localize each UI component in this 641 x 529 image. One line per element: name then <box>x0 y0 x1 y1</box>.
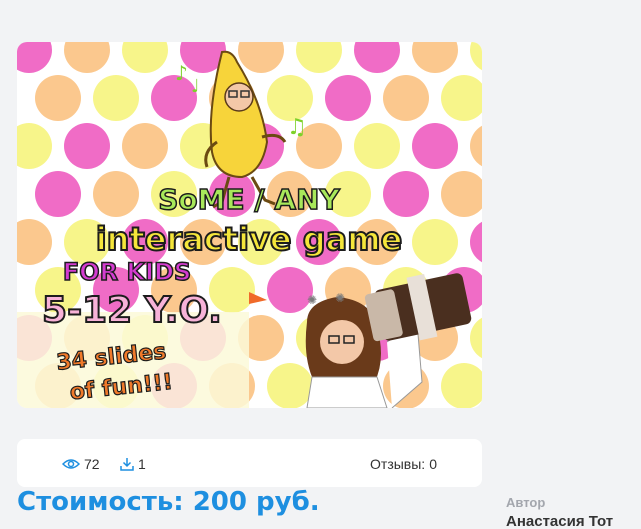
background-dot <box>470 317 482 359</box>
background-dot <box>93 171 139 217</box>
background-dot <box>17 42 52 73</box>
reviews-link[interactable]: Отзывы: 0 <box>370 456 437 472</box>
background-dot <box>267 363 313 408</box>
cover-title-line3: FOR KIDS <box>63 258 191 286</box>
author-name-link[interactable]: Анастасия Тот <box>506 513 641 529</box>
background-dot <box>383 171 429 217</box>
background-dot <box>122 123 168 169</box>
cover-title-line4: 5-12 Y.O. <box>42 290 222 331</box>
background-dot <box>470 42 482 71</box>
background-dot <box>35 171 81 217</box>
background-dot <box>441 363 482 408</box>
downloads-count: 1 <box>138 456 146 472</box>
background-dot <box>441 171 482 217</box>
svg-text:♪: ♪ <box>175 61 188 85</box>
background-dot <box>354 42 400 73</box>
background-dot <box>441 75 482 121</box>
background-dot <box>470 125 482 167</box>
product-cover-image[interactable]: ♪ ♩ ♫ SoME / ANY interactive game FOR KI… <box>17 42 482 408</box>
background-dot <box>93 75 139 121</box>
background-dot <box>35 75 81 121</box>
background-dot <box>354 123 400 169</box>
svg-text:♫: ♫ <box>287 115 307 140</box>
stats-bar: 72 1 Отзывы: 0 <box>17 439 482 487</box>
downloads-stat: 1 <box>120 456 146 472</box>
author-label: Автор <box>506 495 546 510</box>
cover-title-line1: SoME / ANY <box>158 183 340 216</box>
background-dot <box>470 221 482 263</box>
background-dot <box>412 123 458 169</box>
background-dot <box>412 219 458 265</box>
background-dot <box>325 75 371 121</box>
price-label: Стоимость: 200 руб. <box>17 487 320 517</box>
background-dot <box>64 42 110 73</box>
background-dot <box>296 42 342 73</box>
background-dot <box>122 42 168 73</box>
eye-icon <box>62 459 80 469</box>
background-dot <box>412 42 458 73</box>
background-dot <box>238 42 284 73</box>
cover-artwork: ♪ ♩ ♫ SoME / ANY interactive game FOR KI… <box>17 42 482 408</box>
cover-title-line2: interactive game <box>96 220 403 258</box>
svg-text:✺: ✺ <box>335 291 345 305</box>
background-dot <box>64 123 110 169</box>
reviews-count: 0 <box>429 456 437 472</box>
background-dot <box>17 123 52 169</box>
svg-text:♩: ♩ <box>191 76 200 97</box>
background-dot <box>383 75 429 121</box>
download-icon <box>120 458 134 471</box>
reviews-label: Отзывы: <box>370 456 426 472</box>
views-stat: 72 <box>62 456 100 472</box>
views-count: 72 <box>84 456 100 472</box>
svg-text:✺: ✺ <box>307 293 317 307</box>
background-dot <box>17 219 52 265</box>
